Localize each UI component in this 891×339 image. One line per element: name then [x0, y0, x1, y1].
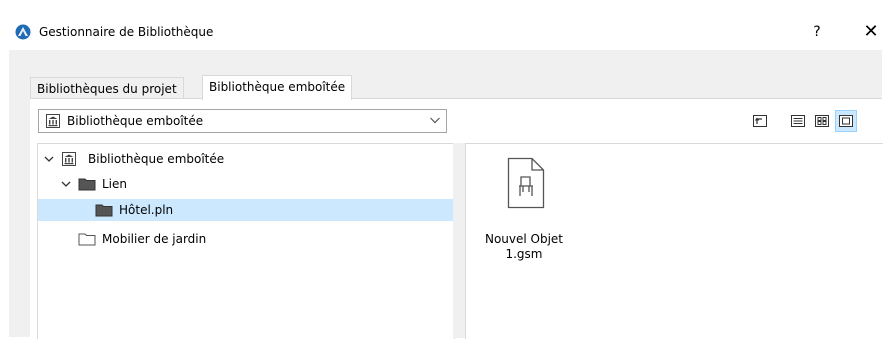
folder-dark-icon [95, 202, 113, 218]
folder-up-icon [753, 115, 767, 127]
tree-item-hotel-pln[interactable]: Hôtel.pln [38, 199, 454, 221]
gsm-object-chair-icon [506, 156, 546, 210]
library-tree: Bibliothèque emboîtée Lien Hôtel.pln Mob… [37, 143, 455, 339]
folder-dark-icon [78, 176, 96, 192]
large-icon-view-icon [839, 115, 853, 127]
tree-item-mobilier-de-jardin[interactable]: Mobilier de jardin [38, 228, 454, 250]
tree-item-lien[interactable]: Lien [38, 173, 454, 195]
help-button[interactable]: ? [805, 20, 829, 44]
close-button[interactable]: ✕ [857, 20, 885, 44]
tree-item-label: Mobilier de jardin [102, 232, 207, 246]
library-building-icon [45, 113, 61, 129]
dialog-client-area: Bibliothèques du projet Bibliothèque emb… [9, 50, 883, 339]
tree-item-embedded-library[interactable]: Bibliothèque emboîtée [38, 148, 454, 170]
tree-item-label: Hôtel.pln [119, 203, 174, 217]
tree-item-label: Bibliothèque emboîtée [88, 152, 225, 166]
chevron-down-icon[interactable] [43, 153, 55, 165]
folder-icon [78, 231, 96, 247]
chevron-down-icon [428, 113, 442, 127]
list-view-button[interactable] [787, 110, 809, 132]
archicad-app-icon [15, 24, 31, 40]
tree-item-label: Lien [102, 177, 128, 191]
tab-embedded-library[interactable]: Bibliothèque emboîtée [202, 75, 353, 100]
library-select-value: Bibliothèque emboîtée [67, 114, 204, 128]
object-item[interactable]: Nouvel Objet 1.gsm [474, 156, 574, 276]
pane-splitter[interactable] [453, 143, 465, 338]
tab-project-libraries[interactable]: Bibliothèques du projet [30, 77, 184, 100]
title-bar: Gestionnaire de Bibliothèque ? ✕ [0, 0, 891, 50]
tab-panel-embedded-library: Bibliothèque emboîtée Bibliothèque emboî… [30, 98, 883, 339]
content-preview-pane: Nouvel Objet 1.gsm [465, 143, 883, 339]
library-manager-window: Gestionnaire de Bibliothèque ? ✕ Bibliot… [0, 0, 891, 339]
object-item-label: Nouvel Objet 1.gsm [484, 232, 564, 261]
window-title: Gestionnaire de Bibliothèque [39, 25, 214, 39]
large-icons-view-button[interactable] [835, 110, 857, 132]
library-building-icon [60, 151, 78, 167]
folder-up-button[interactable] [749, 110, 771, 132]
grid-view-icon [815, 115, 829, 127]
chevron-down-icon[interactable] [60, 178, 72, 190]
tab-strip: Bibliothèques du projet Bibliothèque emb… [9, 75, 882, 100]
small-icons-view-button[interactable] [811, 110, 833, 132]
list-view-icon [791, 115, 805, 127]
library-select[interactable]: Bibliothèque emboîtée [38, 109, 447, 133]
